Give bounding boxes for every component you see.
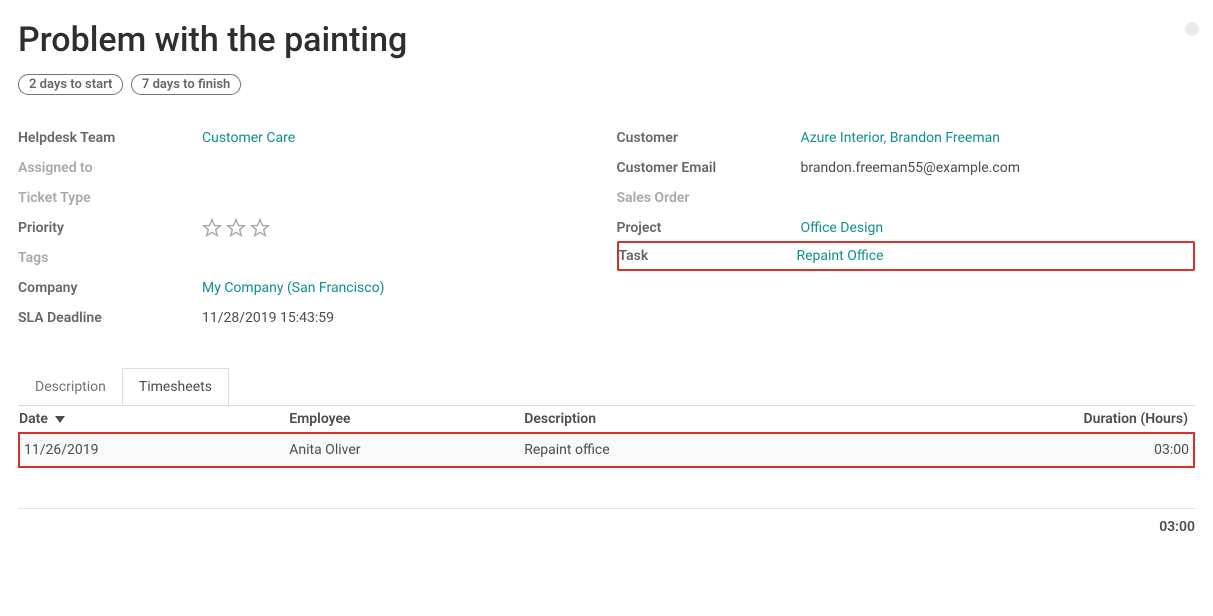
pill-days-to-finish: 7 days to finish bbox=[131, 74, 241, 95]
star-icon[interactable] bbox=[202, 218, 222, 238]
status-dot-icon bbox=[1185, 22, 1199, 36]
form-left-column: Helpdesk Team Customer Care Assigned to … bbox=[18, 123, 597, 333]
project-label: Project bbox=[617, 220, 801, 236]
customer-email-label: Customer Email bbox=[617, 160, 801, 176]
tabs: Description Timesheets bbox=[18, 367, 1195, 406]
col-header-employee[interactable]: Employee bbox=[289, 411, 350, 427]
company-link[interactable]: My Company (San Francisco) bbox=[202, 280, 384, 296]
project-link[interactable]: Office Design bbox=[801, 220, 884, 236]
col-header-date[interactable]: Date bbox=[19, 411, 65, 427]
sales-order-label: Sales Order bbox=[617, 190, 801, 206]
col-header-description[interactable]: Description bbox=[524, 411, 596, 427]
customer-link[interactable]: Azure Interior, Brandon Freeman bbox=[801, 130, 1000, 146]
customer-label: Customer bbox=[617, 130, 801, 146]
cell-employee: Anita Oliver bbox=[289, 433, 524, 467]
col-header-duration[interactable]: Duration (Hours) bbox=[1084, 411, 1188, 427]
star-icon[interactable] bbox=[226, 218, 246, 238]
col-header-date-text: Date bbox=[19, 411, 48, 427]
tab-description[interactable]: Description bbox=[18, 368, 123, 406]
cell-description: Repaint office bbox=[524, 433, 994, 467]
timesheet-table: Date Employee Description Duration (Hour… bbox=[18, 406, 1195, 468]
company-label: Company bbox=[18, 280, 202, 296]
priority-label: Priority bbox=[18, 220, 202, 236]
cell-date: 11/26/2019 bbox=[19, 433, 289, 467]
priority-stars[interactable] bbox=[202, 218, 270, 238]
tab-timesheets[interactable]: Timesheets bbox=[122, 368, 229, 406]
customer-email-value: brandon.freeman55@example.com bbox=[801, 160, 1020, 176]
pill-days-to-start: 2 days to start bbox=[18, 74, 123, 95]
star-icon[interactable] bbox=[250, 218, 270, 238]
helpdesk-team-link[interactable]: Customer Care bbox=[202, 130, 295, 146]
caret-down-icon bbox=[55, 411, 65, 427]
task-label: Task bbox=[619, 248, 797, 264]
task-link[interactable]: Repaint Office bbox=[797, 248, 884, 264]
ticket-type-label: Ticket Type bbox=[18, 190, 202, 206]
page-title: Problem with the painting bbox=[18, 20, 1195, 60]
footer-total: 03:00 bbox=[18, 508, 1195, 535]
helpdesk-team-label: Helpdesk Team bbox=[18, 130, 202, 146]
tags-label: Tags bbox=[18, 250, 202, 266]
assigned-to-label: Assigned to bbox=[18, 160, 202, 176]
cell-duration: 03:00 bbox=[994, 433, 1194, 467]
sla-deadline-value: 11/28/2019 15:43:59 bbox=[202, 310, 334, 326]
table-row[interactable]: 11/26/2019 Anita Oliver Repaint office 0… bbox=[19, 433, 1194, 467]
sla-deadline-label: SLA Deadline bbox=[18, 310, 202, 326]
sla-pills: 2 days to start 7 days to finish bbox=[18, 74, 1195, 95]
form-right-column: Customer Azure Interior, Brandon Freeman… bbox=[617, 123, 1196, 333]
